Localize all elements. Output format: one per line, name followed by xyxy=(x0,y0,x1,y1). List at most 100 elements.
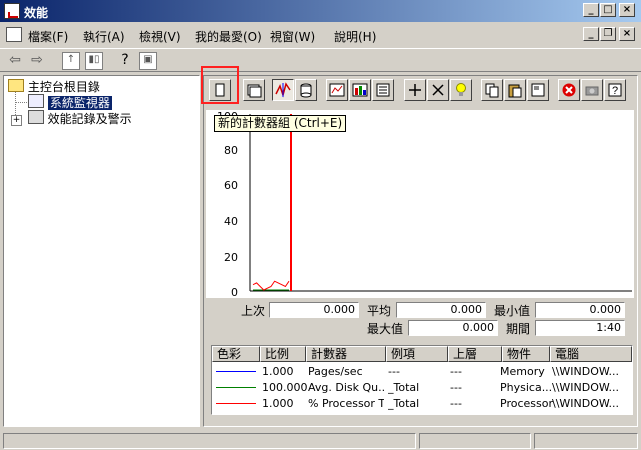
properties-button[interactable] xyxy=(527,79,549,101)
expand-icon[interactable]: + xyxy=(11,115,22,126)
title-bar: 效能 _ □ × xyxy=(0,0,641,22)
row-scale: 1.000 xyxy=(262,397,294,410)
counter-legend: 色彩 比例 計數器 例項 上層 物件 電腦 1.000 Pages/sec --… xyxy=(211,345,633,415)
row-counter: Avg. Disk Qu... xyxy=(308,381,384,394)
view-log-data-button[interactable] xyxy=(295,79,317,101)
child-restore-button[interactable]: ❐ xyxy=(600,27,616,41)
row-parent: --- xyxy=(450,397,462,410)
col-object[interactable]: 物件 xyxy=(502,346,550,362)
menu-bar: 檔案(F) 執行(A) 檢視(V) 我的最愛(O) 視窗(W) 說明(H) xyxy=(0,24,641,46)
series-line xyxy=(252,280,290,291)
status-panel xyxy=(534,433,638,449)
legend-row[interactable]: 100.000 Avg. Disk Qu... _Total --- Physi… xyxy=(212,380,632,396)
show-hide-tree-icon[interactable]: ▮▯ xyxy=(85,52,103,70)
legend-row[interactable]: 1.000 Pages/sec --- --- Memory \\WINDOW.… xyxy=(212,364,632,380)
row-instance: --- xyxy=(388,365,400,378)
add-counter-button[interactable] xyxy=(404,79,426,101)
chart-icon xyxy=(28,94,44,108)
tree-line xyxy=(15,102,27,103)
new-counter-set-tooltip: 新的計數器組 (Ctrl+E) xyxy=(214,115,347,132)
col-parent[interactable]: 上層 xyxy=(448,346,502,362)
row-instance: _Total xyxy=(388,397,420,410)
view-histogram-button[interactable] xyxy=(349,79,371,101)
row-object: Processor xyxy=(500,397,553,410)
row-scale: 100.000 xyxy=(262,381,308,394)
col-instance[interactable]: 例項 xyxy=(386,346,448,362)
row-computer: \\WINDOW... xyxy=(552,381,619,394)
average-label: 平均 xyxy=(367,304,392,318)
menu-file[interactable]: 檔案(F) xyxy=(28,28,68,45)
help-button[interactable]: ? xyxy=(604,79,626,101)
col-computer[interactable]: 電腦 xyxy=(550,346,632,362)
highlight-box xyxy=(201,66,239,104)
view-report-button[interactable] xyxy=(372,79,394,101)
col-color[interactable]: 色彩 xyxy=(212,346,260,362)
close-button[interactable]: × xyxy=(619,3,635,17)
view-graph-button[interactable] xyxy=(326,79,348,101)
help-icon[interactable]: ? xyxy=(116,52,134,70)
status-panel-main xyxy=(3,433,416,449)
menu-action[interactable]: 執行(A) xyxy=(83,28,125,45)
highlight-button[interactable] xyxy=(450,79,472,101)
row-parent: --- xyxy=(450,365,462,378)
maximum-label: 最大值 xyxy=(367,322,404,336)
status-bar xyxy=(0,431,641,450)
legend-row[interactable]: 1.000 % Processor T... _Total --- Proces… xyxy=(212,396,632,412)
up-folder-icon[interactable]: ↑ xyxy=(62,52,80,70)
row-object: Memory xyxy=(500,365,545,378)
row-object: Physica... xyxy=(500,381,553,394)
tree-label-performance-logs: 效能記錄及警示 xyxy=(47,112,132,126)
window-title: 效能 xyxy=(24,6,49,20)
tree-label-system-monitor: 系統監視器 xyxy=(47,96,112,110)
row-instance: _Total xyxy=(388,381,420,394)
menu-favorites[interactable]: 我的最愛(O) xyxy=(195,28,262,45)
update-data-button[interactable] xyxy=(581,79,603,101)
col-counter[interactable]: 計數器 xyxy=(306,346,386,362)
last-label: 上次 xyxy=(241,304,266,318)
duration-value: 1:40 xyxy=(535,320,625,336)
tree-label-console-root: 主控台根目錄 xyxy=(27,80,100,94)
logs-icon xyxy=(27,110,44,124)
child-minimize-button[interactable]: _ xyxy=(583,27,599,41)
maximum-value: 0.000 xyxy=(408,320,498,336)
back-arrow-icon[interactable]: ⇦ xyxy=(6,52,24,70)
forward-arrow-icon[interactable]: ⇨ xyxy=(28,52,46,70)
minimum-label: 最小值 xyxy=(494,304,531,318)
minimize-button[interactable]: _ xyxy=(583,3,599,17)
menu-help[interactable]: 說明(H) xyxy=(334,28,376,45)
folder-icon xyxy=(8,79,24,92)
average-value: 0.000 xyxy=(396,302,486,318)
maximize-button[interactable]: □ xyxy=(600,3,616,17)
minimum-value: 0.000 xyxy=(535,302,625,318)
performance-graph: 100 80 60 40 20 0 xyxy=(206,110,634,299)
row-computer: \\WINDOW... xyxy=(552,365,619,378)
tree-item-performance-logs[interactable]: + 效能記錄及警示 xyxy=(11,110,132,127)
last-value: 0.000 xyxy=(269,302,359,318)
graph-plot xyxy=(249,114,632,292)
tree-item-console-root[interactable]: 主控台根目錄 xyxy=(8,78,100,95)
console-window-icon[interactable]: ▣ xyxy=(139,52,157,70)
menu-window[interactable]: 視窗(W) xyxy=(270,28,315,45)
series-color-swatch xyxy=(216,371,256,372)
row-scale: 1.000 xyxy=(262,365,294,378)
freeze-display-button[interactable] xyxy=(558,79,580,101)
svg-text:?: ? xyxy=(612,85,618,97)
series-color-swatch xyxy=(216,403,256,404)
duration-label: 期間 xyxy=(506,322,531,336)
clear-display-button[interactable] xyxy=(243,79,265,101)
console-tree: 主控台根目錄 系統監視器 + 效能記錄及警示 xyxy=(3,75,200,427)
col-scale[interactable]: 比例 xyxy=(260,346,306,362)
status-panel xyxy=(419,433,531,449)
menu-view[interactable]: 檢視(V) xyxy=(139,28,181,45)
paste-counter-list-button[interactable] xyxy=(504,79,526,101)
performance-app-icon xyxy=(4,3,20,19)
tree-item-system-monitor[interactable]: 系統監視器 xyxy=(28,94,112,111)
series-color-swatch xyxy=(216,387,256,388)
console-icon[interactable] xyxy=(6,27,22,42)
copy-properties-button[interactable] xyxy=(481,79,503,101)
view-current-activity-button[interactable] xyxy=(272,79,294,101)
child-close-button[interactable]: × xyxy=(619,27,635,41)
delete-counter-button[interactable] xyxy=(427,79,449,101)
row-computer: \\WINDOW... xyxy=(552,397,619,410)
navigation-toolbar: ⇦ ⇨ ↑ ▮▯ ? ▣ xyxy=(0,48,641,72)
